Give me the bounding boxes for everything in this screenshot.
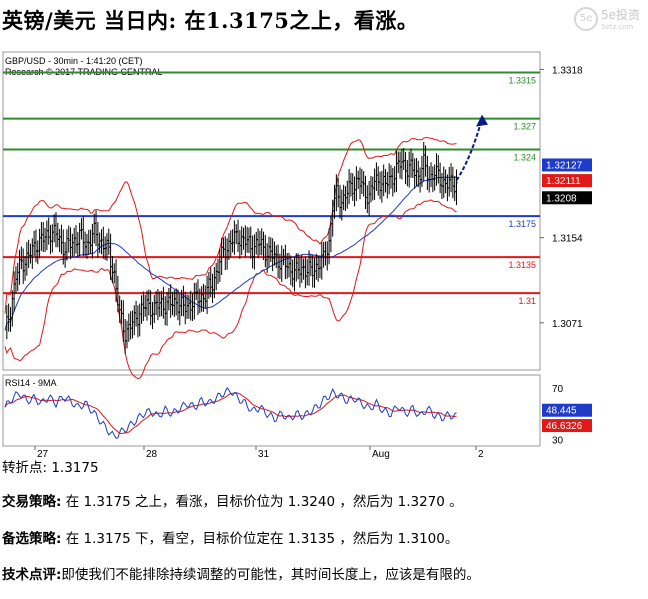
pivot-point-line: 转折点: 1.3175 [2,456,99,476]
level-label: 1.3135 [508,260,536,270]
rsi-tag-label: 46.6326 [546,421,583,432]
chart-symbol-label: GBP/USD - 30min - 1:41:20 (CET) [5,56,143,66]
technical-comment-line: 技术点评:即使我们不能排除持续调整的可能性，其时间长度上，应该是有限的。 [2,563,480,583]
brand-logo: 5e 5e投资 5etz.com [573,6,640,31]
level-label: 1.327 [513,122,536,132]
main-panel-frame [2,51,541,371]
technical-comment-label: 技术点评: [2,567,62,583]
trading-strategy-text: 在 1.3175 之上，看涨，目标价位为 1.3240 ，然后为 1.3270 … [61,494,463,510]
logo-sub: 5etz.com [600,23,634,31]
x-tick-label: Aug [372,449,390,460]
technical-comment-text: 即使我们不能排除持续调整的可能性，其时间长度上，应该是有限的。 [61,567,480,583]
forecast-arrowhead [476,114,488,127]
level-label: 1.324 [513,152,536,162]
level-label: 1.3175 [508,219,536,229]
rsi-panel-frame [2,374,541,447]
rsi-title: RSI14 - 9MA [5,378,57,388]
y-tick-label: 1.3154 [552,234,583,245]
x-tick-label: 2 [478,449,484,460]
logo-name: 5e投资 [600,8,640,22]
bollinger-lower-band [4,199,457,380]
rsi-ma-line [4,392,457,435]
alternative-strategy-label: 备选策略: [2,531,62,547]
y-tick-label: 1.3318 [552,65,583,76]
x-tick-label: 28 [146,449,158,460]
price-tag-label: 1.32111 [546,176,581,187]
price-tag-label: 1.3208 [546,193,577,204]
forex-chart: GBP/USD - 30min - 1:41:20 (CET)Research … [2,51,592,460]
trading-strategy-line: 交易策略: 在 1.3175 之上，看涨，目标价位为 1.3240 ，然后为 1… [2,490,463,510]
y-tick-label: 1.3071 [552,319,583,330]
pivot-point-text: 转折点: 1.3175 [2,460,99,476]
x-tick-label: 31 [258,449,270,460]
rsi-line [4,387,457,439]
alternative-strategy-text: 在 1.3175 下，看空，目标价位定在 1.3135 ，然后为 1.3100。 [61,531,459,547]
level-label: 1.3315 [508,76,536,86]
trading-strategy-label: 交易策略: [2,494,62,510]
price-tag-label: 1.32127 [546,160,583,171]
rsi-tag-label: 48.445 [546,406,577,417]
logo-mark: 5e [573,6,598,31]
rsi-y-tick-label: 70 [552,384,564,395]
headline: 英镑/美元 当日内: 在1.3175之上，看涨。 [2,8,419,33]
rsi-y-tick-label: 30 [552,436,564,447]
alternative-strategy-line: 备选策略: 在 1.3175 下，看空，目标价位定在 1.3135 ，然后为 1… [2,527,458,547]
level-label: 1.31 [518,296,536,306]
